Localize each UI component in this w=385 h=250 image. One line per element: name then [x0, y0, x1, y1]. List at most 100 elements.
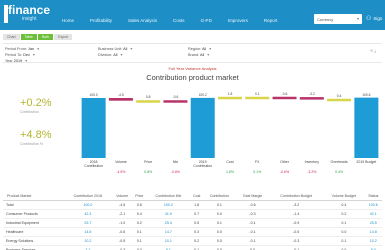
category-pct-label: 0.8% [144, 170, 153, 174]
category-pct-label: -4.5% [116, 170, 126, 174]
category-pct-label: 1.8% [226, 170, 234, 174]
table-cell: 42.1 [364, 209, 382, 219]
row-label: Consumer Products [3, 209, 64, 219]
column-header[interactable]: Cost [190, 184, 203, 201]
column-header[interactable]: Total Margin [235, 184, 270, 201]
bar-3[interactable] [163, 100, 188, 103]
category-label: 2018 Contribution [84, 160, 104, 168]
column-header[interactable]: Volume [111, 184, 133, 201]
table-body: Total 100.0 -4.5 0.8 100.2 1.8 0.1 -0.6 -3.2 0.4 1… [3, 200, 382, 250]
bar-value-label: 0.8 [145, 95, 151, 100]
category-pct-label: -0.6% [279, 170, 290, 174]
table-cell: 0.8 [132, 200, 147, 210]
table-cell: 25.4 [146, 218, 191, 228]
table-cell: 14.6 [63, 227, 112, 237]
table-cell: 10.2 [364, 236, 382, 246]
bar-value-label: 100.6 [362, 92, 371, 97]
category-pct-label: -3.2% [307, 170, 317, 174]
table-cell: -0.6 [111, 227, 133, 237]
category-label: 2019 Contribution [193, 160, 213, 168]
table-cell: 0.0 [235, 245, 270, 250]
bar-8[interactable] [299, 97, 324, 100]
table-row[interactable]: Consumer Products 42.3 -2.1 0.4 41.9 0.7 0.0 -0… [3, 209, 382, 219]
table-row[interactable]: Healthcare 14.6 -0.6 0.1 14.7 0.3 0.0 -0.1 -0.5 0… [3, 227, 382, 237]
table-row[interactable]: Business Services 7.2 -0.3 0.0 8.1 0.1 0.0 0.0-… [3, 245, 382, 250]
table-row[interactable]: Industrial Equipment 25.7 -1.0 0.2 25.4 0.5 0.… [3, 218, 382, 228]
table-cell: 0.1 [323, 236, 365, 246]
table-cell: 8.0 [364, 245, 382, 250]
table-cell: -0.3 [269, 236, 324, 246]
category-label: Volume [115, 160, 127, 164]
bar-1[interactable] [108, 98, 133, 101]
table-cell: 1.8 [190, 200, 203, 210]
category-pct-label: 0.4% [335, 170, 344, 174]
table-cell: -1.0 [111, 218, 133, 228]
table-cell: 0.0 [202, 209, 236, 219]
category-label: 2019 Budget [356, 160, 377, 164]
category-label: Cost [226, 160, 234, 164]
column-header[interactable]: Contribution Budget [269, 184, 324, 201]
bar-value-label: -4.5 [118, 93, 124, 97]
table-cell: 0.1 [132, 236, 147, 246]
table-cell: 14.7 [146, 227, 191, 237]
table-cell: -1.4 [269, 209, 324, 219]
bar-6[interactable] [245, 96, 270, 100]
table-cell: 0.1 [202, 218, 236, 228]
table-cell: -0.5 [111, 236, 133, 246]
bar-2[interactable] [136, 100, 161, 103]
bar-value-label: 0.1 [254, 91, 260, 96]
bar-0[interactable] [81, 98, 106, 158]
table-cell: 0.4 [132, 209, 147, 219]
column-header[interactable]: Price [132, 184, 147, 201]
bar-value-label: -0.6 [281, 91, 288, 96]
table-cell: 0.0 [323, 245, 365, 250]
column-header[interactable]: Contribution [202, 184, 236, 201]
bar-4[interactable] [190, 97, 215, 158]
table-cell: -0.1 [269, 245, 324, 250]
table-cell: 0.2 [132, 218, 147, 228]
table-cell: 0.0 [202, 236, 236, 246]
table-cell: -0.1 [235, 218, 270, 228]
column-header[interactable]: Product Market [3, 184, 64, 201]
category-pct-label: 0.1% [253, 170, 262, 174]
row-label: Industrial Equipment [3, 218, 64, 228]
table-cell: 100.6 [364, 200, 382, 210]
table-cell: 0.1 [202, 200, 236, 210]
bar-5[interactable] [218, 96, 242, 100]
table-header-row: Product Market Contribution 2018 Volume … [3, 184, 382, 201]
bar-value-label: 100.2 [198, 92, 207, 97]
category-label: Inventory [304, 160, 320, 164]
table-cell: 0.2 [190, 236, 203, 246]
bar-7[interactable] [272, 96, 297, 100]
bar-10[interactable] [354, 97, 379, 158]
category-label: Overheads [330, 160, 348, 164]
category-label: Other [280, 160, 289, 164]
category-label: FX [255, 160, 260, 164]
table-cell: 100.0 [63, 200, 112, 210]
table-cell: 42.3 [63, 209, 112, 219]
table-cell: 25.5 [364, 218, 382, 228]
table-cell: 0.0 [323, 227, 365, 237]
table-row[interactable]: Total 100.0 -4.5 0.8 100.2 1.8 0.1 -0.6 -3.2 0.4 1… [3, 200, 382, 210]
table-cell: -0.6 [235, 200, 270, 210]
bar-9[interactable] [327, 98, 352, 102]
row-label: Energy Solutions [3, 236, 64, 246]
table-cell: 14.8 [364, 227, 382, 237]
table-cell: 0.5 [190, 218, 203, 228]
table-cell: 0.0 [202, 245, 236, 250]
table-cell: -0.1 [235, 236, 270, 246]
table-cell: -2.1 [111, 209, 133, 219]
table-cell: 10.1 [146, 236, 191, 246]
column-header[interactable]: Volume Budget [323, 184, 365, 201]
table-cell: -0.3 [235, 209, 270, 219]
table-cell: 0.1 [190, 245, 203, 250]
column-header[interactable]: Status [364, 184, 382, 201]
table-row[interactable]: Energy Solutions 10.2 -0.5 0.1 10.1 0.2 0.0 -0.… [3, 236, 382, 246]
column-header[interactable]: Contribution 2018 [63, 184, 112, 201]
column-header[interactable]: Contribution Mix [146, 184, 191, 201]
table-cell: 8.1 [146, 245, 191, 250]
table-cell: 0.4 [323, 200, 365, 210]
table-cell: 0.0 [132, 245, 147, 250]
table-cell: 100.2 [146, 200, 191, 210]
table-cell: -0.9 [269, 218, 324, 228]
